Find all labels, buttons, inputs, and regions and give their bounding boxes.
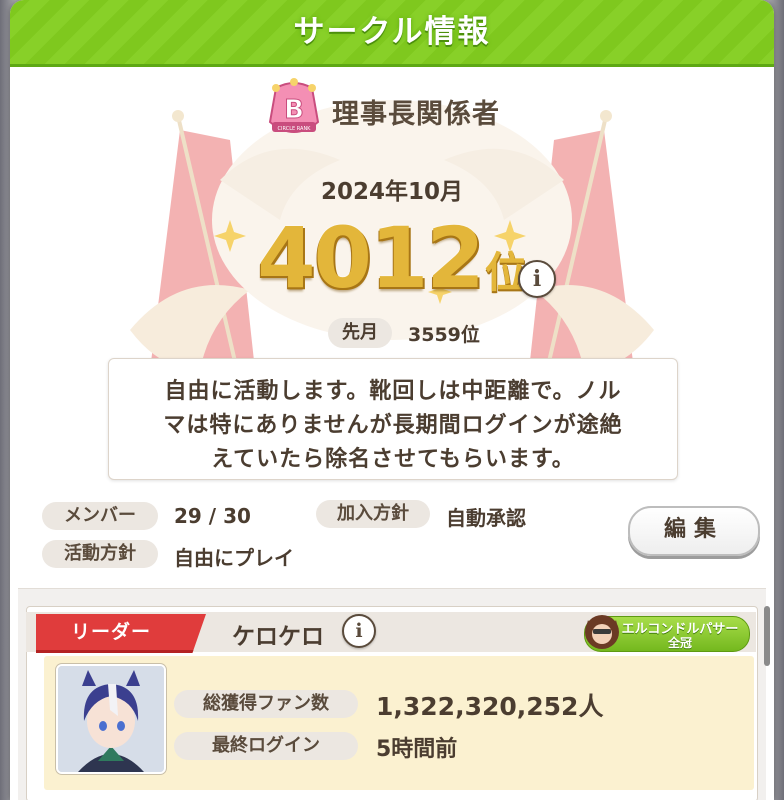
ranking-info-button[interactable]: i: [518, 260, 556, 298]
circle-description-box: 自由に活動します。靴回しは中距離で。ノル マは特にありませんが長期間ログインが途…: [108, 358, 678, 480]
edit-button[interactable]: 編集: [628, 506, 760, 556]
activity-policy-label: 活動方針: [42, 540, 158, 568]
leader-tag-label: リーダー: [70, 621, 151, 643]
leader-avatar[interactable]: [56, 664, 166, 774]
leader-info-button[interactable]: i: [342, 614, 376, 648]
members-value: 29 / 30: [174, 504, 251, 528]
panel-title: サークル情報: [293, 14, 491, 50]
circle-rank-badge-icon: B CIRCLE RANK: [268, 78, 320, 133]
ranking-month: 2024年10月: [320, 179, 464, 205]
leader-title-rank: 全冠: [667, 636, 692, 650]
rank-caption: CIRCLE RANK: [278, 126, 312, 132]
circle-name: 理事長関係者: [332, 99, 500, 130]
member-list-scrollbar[interactable]: [764, 606, 770, 666]
previous-month-label: 先月: [328, 318, 392, 348]
circle-info-panel: サークル情報 B CIRCLE RANK 理事長関係者 2024年10月 401…: [10, 0, 774, 800]
join-policy-label: 加入方針: [316, 500, 430, 528]
members-label: メンバー: [42, 502, 158, 530]
join-policy-value: 自動承認: [446, 506, 526, 530]
last-login-label: 最終ログイン: [174, 732, 358, 760]
description-line: えていたら除名させてもらいます。: [211, 447, 575, 472]
avatar-portrait-icon: [58, 666, 164, 772]
ranking-display: 4012位: [10, 210, 774, 306]
description-line: マは特にありませんが長期間ログインが途絶: [163, 413, 623, 438]
total-fans-value: 1,322,320,252人: [376, 692, 604, 721]
ranking-number: 4012: [257, 209, 485, 307]
description-line: 自由に活動します。靴回しは中距離で。ノル: [164, 379, 622, 404]
rank-letter: B: [284, 95, 304, 125]
activity-policy-value: 自由にプレイ: [174, 546, 294, 570]
leader-name: ケロケロ: [232, 624, 324, 650]
last-login-value: 5時間前: [376, 737, 458, 762]
total-fans-label: 総獲得ファン数: [174, 690, 358, 718]
previous-month-rank: 3559位: [408, 324, 480, 346]
